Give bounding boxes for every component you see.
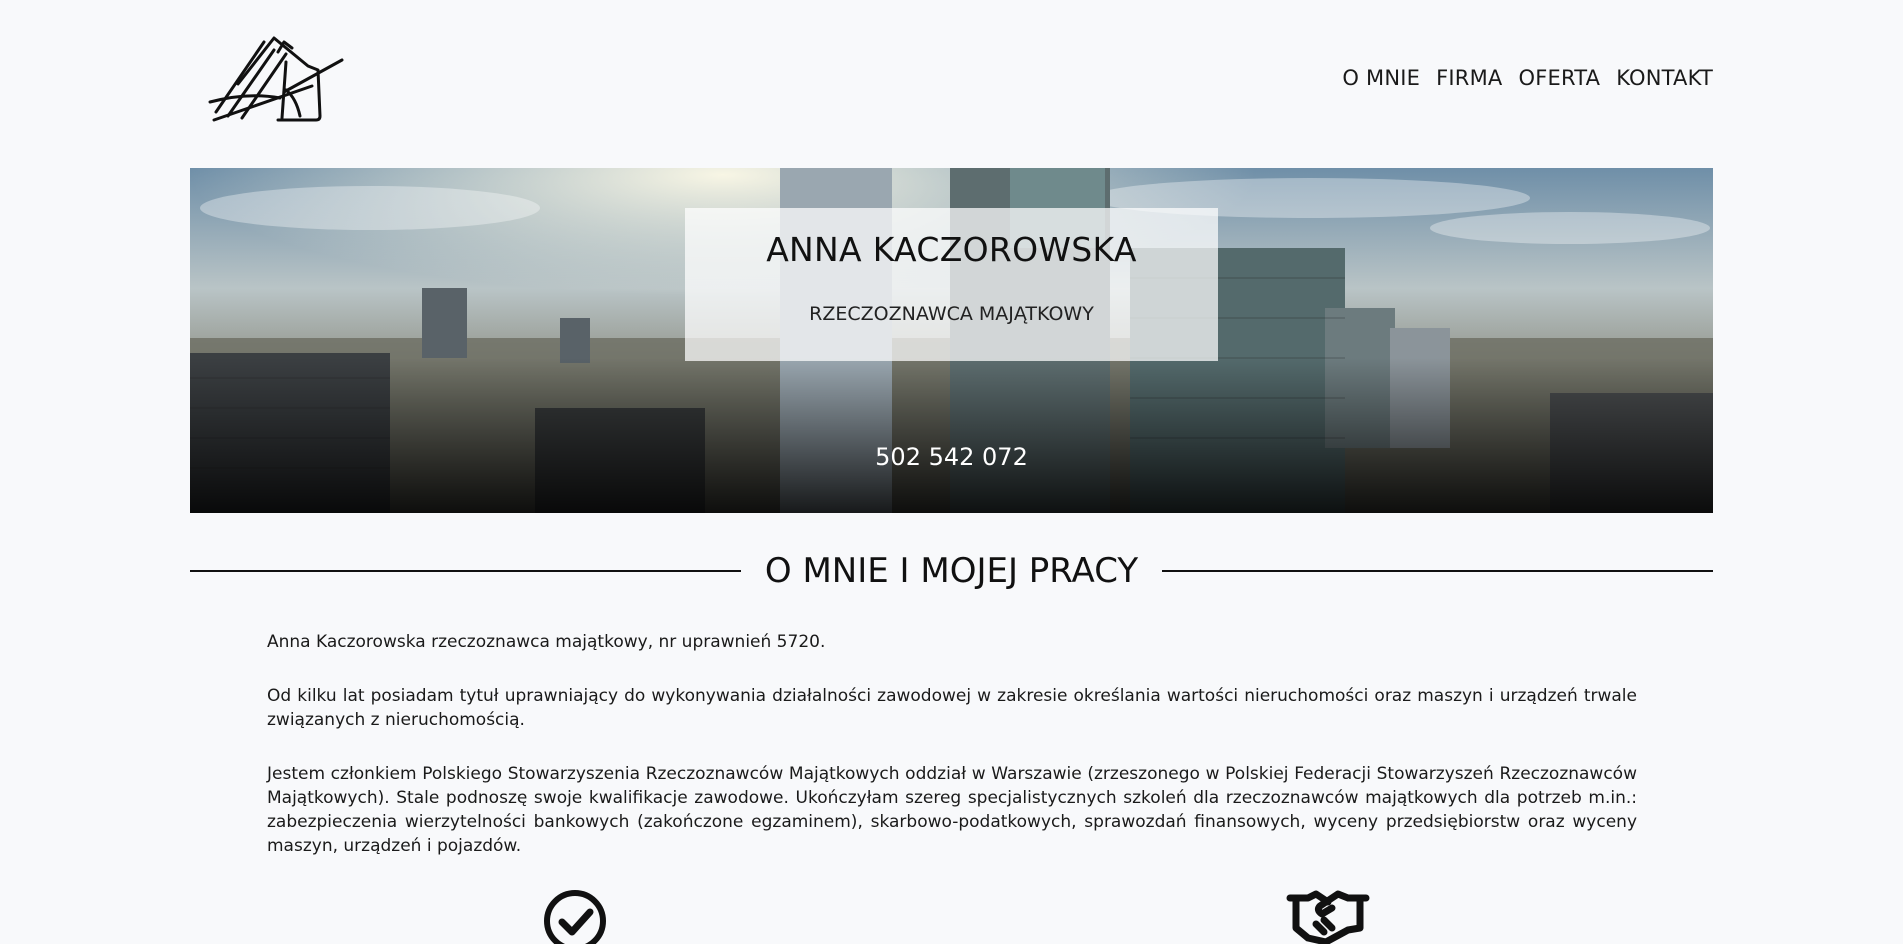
phone-number[interactable]: 502 542 072 [190, 443, 1713, 471]
about-paragraph: Anna Kaczorowska rzeczoznawca majątkowy,… [267, 632, 826, 652]
nav-link-oferta[interactable]: OFERTA [1518, 66, 1600, 90]
hero-name: ANNA KACZOROWSKA [766, 230, 1137, 269]
section-title: O MNIE I MOJEJ PRACY [764, 551, 1139, 591]
hero-card: ANNA KACZOROWSKA RZECZOZNAWCA MAJĄTKOWY [685, 208, 1218, 361]
handshake-icon [1286, 890, 1370, 944]
section-heading: O MNIE I MOJEJ PRACY [190, 548, 1714, 594]
hero-role: RZECZOZNAWCA MAJĄTKOWY [809, 303, 1094, 325]
nav-link-o-mnie[interactable]: O MNIE [1342, 66, 1420, 90]
logo-icon[interactable] [208, 32, 346, 124]
nav-link-kontakt[interactable]: KONTAKT [1616, 66, 1713, 90]
hero-banner: ANNA KACZOROWSKA RZECZOZNAWCA MAJĄTKOWY … [190, 168, 1713, 513]
about-content: Anna Kaczorowska rzeczoznawca majątkowy,… [267, 630, 1637, 888]
divider-left [190, 570, 741, 572]
page: O MNIE FIRMA OFERTA KONTAKT ANNA KACZORO… [0, 0, 1903, 944]
divider-right [1162, 570, 1714, 572]
check-circle-icon [544, 890, 606, 944]
nav-link-firma[interactable]: FIRMA [1436, 66, 1502, 90]
about-paragraph: Jestem członkiem Polskiego Stowarzyszeni… [267, 764, 1637, 856]
about-paragraph: Od kilku lat posiadam tytuł uprawniający… [267, 686, 1637, 730]
main-nav: O MNIE FIRMA OFERTA KONTAKT [1342, 66, 1713, 90]
